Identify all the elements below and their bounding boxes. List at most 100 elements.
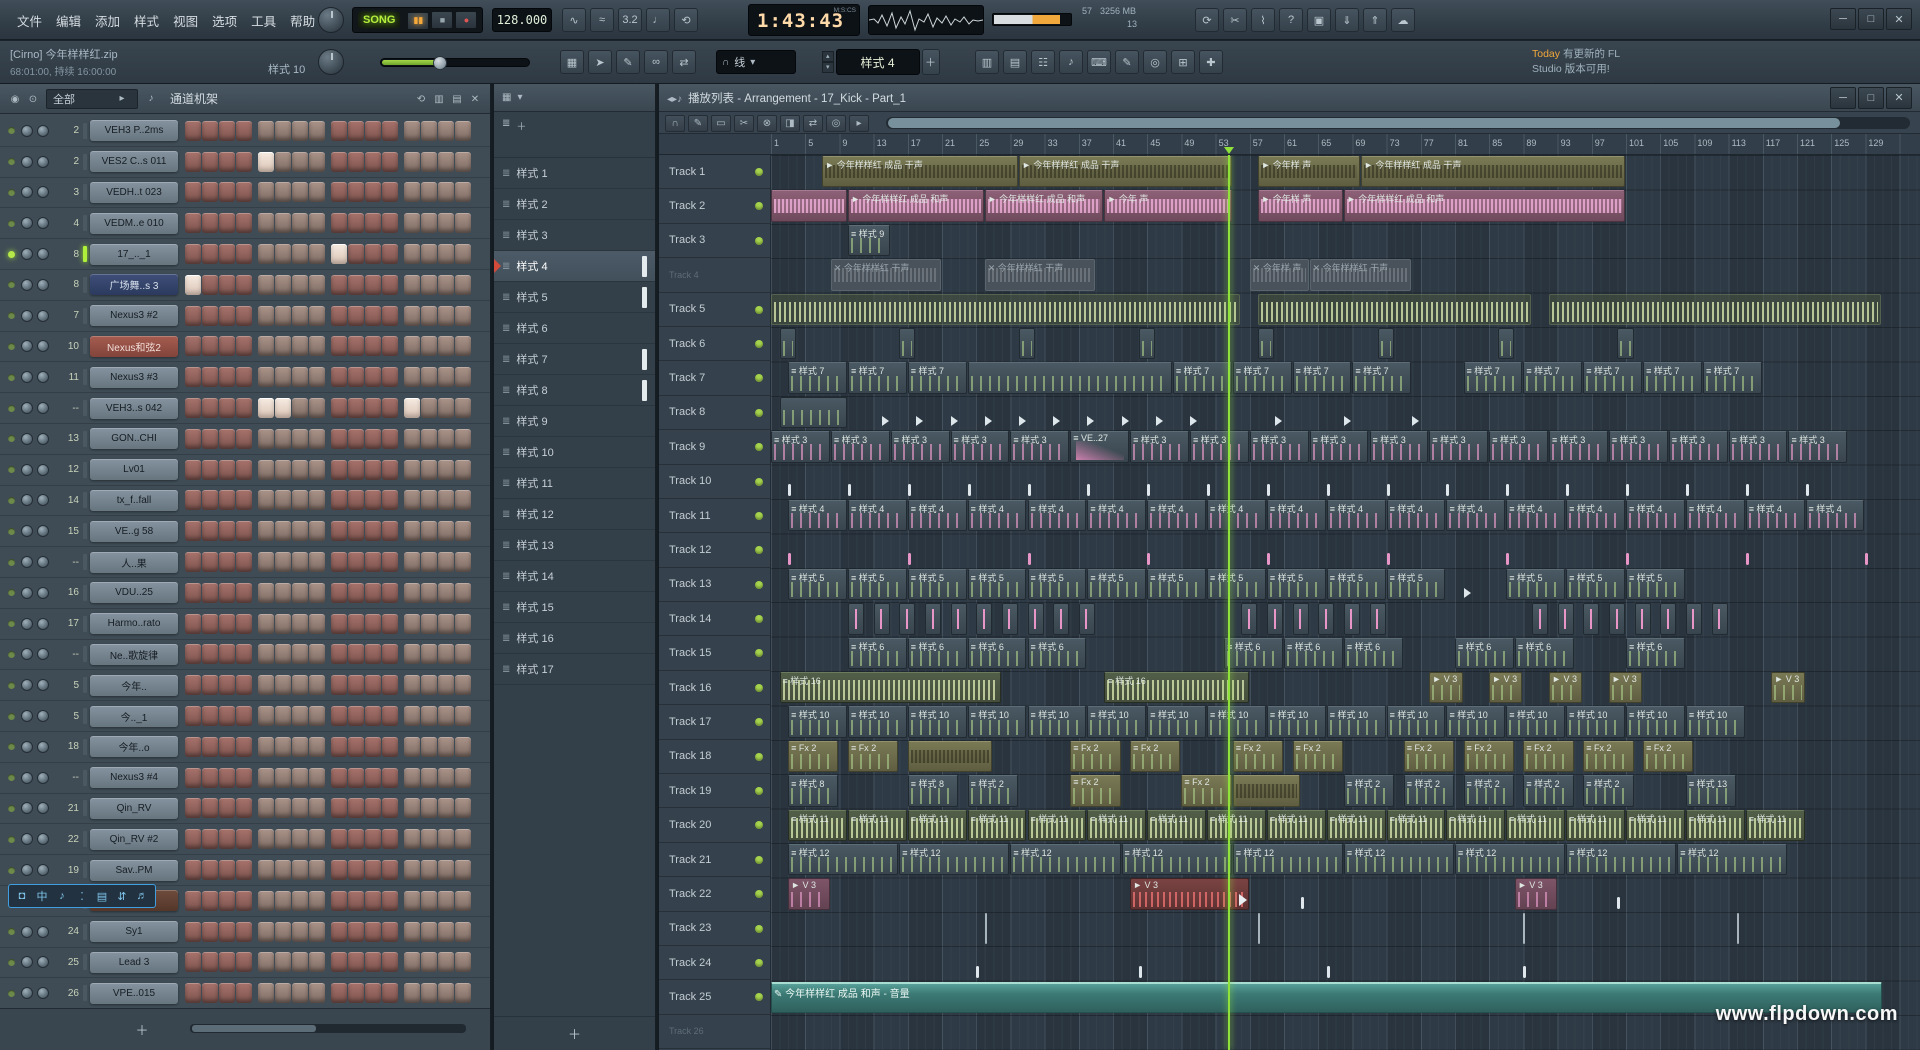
channel-pan-knob[interactable] (21, 340, 33, 352)
step-cell[interactable] (309, 891, 325, 911)
channel-button[interactable]: Lv01 (90, 459, 178, 480)
step-cell[interactable] (382, 952, 398, 972)
step-cell[interactable] (292, 275, 308, 295)
step-cell[interactable] (365, 829, 381, 849)
clip[interactable]: ≡ 样式 11 (1686, 810, 1745, 841)
clip[interactable]: ≡ 样式 4 (1207, 500, 1266, 531)
step-cell[interactable] (331, 798, 347, 818)
clip[interactable] (1617, 897, 1620, 909)
clip[interactable]: ≡ 样式 5 (1626, 569, 1685, 600)
step-cell[interactable] (348, 798, 364, 818)
channel-mute-led[interactable] (8, 836, 15, 843)
step-cell[interactable] (421, 860, 437, 880)
channel-mute-led[interactable] (8, 158, 15, 165)
step-cell[interactable] (309, 583, 325, 603)
step-cell[interactable] (348, 429, 364, 449)
track-label[interactable]: Track 6 (659, 327, 770, 361)
clip[interactable] (1258, 294, 1531, 325)
step-cell[interactable] (292, 552, 308, 572)
clip[interactable] (1746, 553, 1749, 565)
clip[interactable]: ≡ 样式 2 (1523, 775, 1573, 806)
clip[interactable]: ≡ 样式 10 (1207, 706, 1266, 737)
step-cell[interactable] (202, 121, 218, 141)
step-cell[interactable] (348, 583, 364, 603)
channel-mute-led[interactable] (8, 928, 15, 935)
clip[interactable] (771, 294, 1240, 325)
pencil-icon[interactable]: ✎ (616, 50, 640, 74)
playhead[interactable] (1228, 155, 1230, 1050)
channel-button[interactable]: Nexus3 #2 (90, 305, 178, 326)
step-cell[interactable] (382, 860, 398, 880)
step-cell[interactable] (236, 583, 252, 603)
step-cell[interactable] (236, 367, 252, 387)
channel-button[interactable]: VEH3 P..2ms (90, 120, 178, 141)
step-cell[interactable] (309, 552, 325, 572)
track-label[interactable]: Track 16 (659, 671, 770, 705)
time-display[interactable]: M:S:CS 1:43:43 (748, 4, 860, 36)
step-cell[interactable] (258, 983, 274, 1003)
clip[interactable]: ≡ 样式 7 (1173, 362, 1232, 393)
clip[interactable] (985, 913, 987, 944)
add-pattern-button[interactable]: ＋ (922, 49, 940, 75)
clip[interactable]: ≡ 样式 11 (1387, 810, 1446, 841)
step-cell[interactable] (438, 829, 454, 849)
clip[interactable]: ► V 3 (1771, 672, 1804, 703)
step-cell[interactable] (421, 429, 437, 449)
step-cell[interactable] (185, 768, 201, 788)
step-cell[interactable] (404, 737, 420, 757)
clip[interactable] (1028, 603, 1044, 634)
slide-icon[interactable]: ⇄ (672, 50, 696, 74)
step-cell[interactable] (219, 521, 235, 541)
channel-select-led[interactable] (83, 770, 87, 786)
menu-item[interactable]: 帮助 (283, 11, 322, 30)
step-cell[interactable] (236, 398, 252, 418)
step-cell[interactable] (185, 152, 201, 172)
clip[interactable]: ≡ 样式 5 (968, 569, 1027, 600)
track-label[interactable]: Track 14 (659, 602, 770, 636)
clip[interactable]: ≡ 样式 10 (1566, 706, 1625, 737)
step-cell[interactable] (348, 675, 364, 695)
track-enable-led[interactable] (755, 168, 763, 176)
clip[interactable]: ► V 3 (1429, 672, 1462, 703)
track-label[interactable]: Track 4 (659, 258, 770, 292)
step-cell[interactable] (404, 829, 420, 849)
track-label[interactable]: Track 15 (659, 636, 770, 670)
step-cell[interactable] (258, 244, 274, 264)
clip[interactable] (951, 414, 959, 427)
step-cell[interactable] (292, 152, 308, 172)
step-cell[interactable] (404, 891, 420, 911)
clip[interactable]: ≡ 样式 5 (1506, 569, 1565, 600)
playlist-grid-icon[interactable]: ▦ (560, 50, 584, 74)
clip[interactable]: ≡ 样式 7 (1643, 362, 1702, 393)
step-cell[interactable] (258, 398, 274, 418)
clip[interactable]: ≡ 样式 4 (788, 500, 847, 531)
channel-select-led[interactable] (83, 369, 87, 385)
step-cell[interactable] (348, 860, 364, 880)
clip[interactable] (1344, 603, 1360, 634)
channel-select-led[interactable] (83, 462, 87, 478)
channel-mute-led[interactable] (8, 620, 15, 627)
step-cell[interactable] (275, 490, 291, 510)
step-cell[interactable] (258, 306, 274, 326)
clip[interactable]: ≡ 样式 12 (1122, 844, 1232, 875)
menu-item[interactable]: 视图 (166, 11, 205, 30)
channel-volume-knob[interactable] (37, 864, 49, 876)
step-cell[interactable] (348, 244, 364, 264)
channel-button[interactable]: VDU..25 (90, 582, 178, 603)
clip[interactable]: ≡ 样式 11 (1566, 810, 1625, 841)
track-label[interactable]: Track 3 (659, 224, 770, 258)
step-cell[interactable] (348, 275, 364, 295)
step-cell[interactable] (331, 860, 347, 880)
step-cell[interactable] (258, 552, 274, 572)
clip[interactable]: ≡ Fx 2 (1070, 741, 1120, 772)
step-cell[interactable] (331, 891, 347, 911)
step-cell[interactable] (455, 552, 471, 572)
clip[interactable]: ≡ 样式 11 (1327, 810, 1386, 841)
play-button[interactable]: ▮▮ (407, 12, 429, 30)
clip[interactable] (1532, 603, 1548, 634)
track-enable-led[interactable] (755, 340, 763, 348)
clip[interactable] (908, 553, 911, 565)
step-cell[interactable] (292, 798, 308, 818)
step-cell[interactable] (185, 490, 201, 510)
pattern-selector-value[interactable]: 样式 4 (836, 49, 920, 75)
